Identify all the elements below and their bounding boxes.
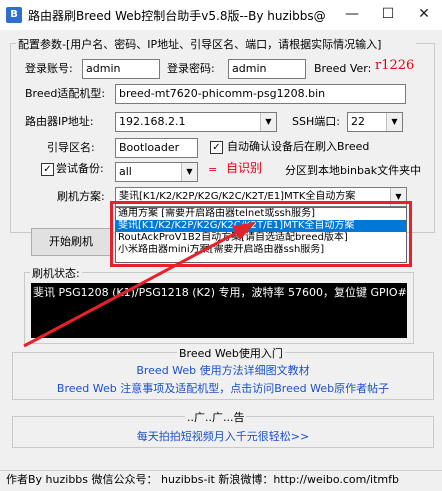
ip-label: 路由器IP地址: — [25, 115, 94, 128]
ssh-port-label: SSH端口: — [292, 115, 340, 128]
minimize-button[interactable]: — — [334, 0, 370, 30]
chevron-down-icon[interactable]: ▼ — [386, 113, 402, 131]
guide-notes-link[interactable]: Breed Web 注意事项及适配机型，点击访问Breed Web原作者帖子 — [12, 380, 434, 396]
flash-plan-label: 刷机方案: — [57, 190, 105, 203]
auto-confirm-label: 自动确认设备后在刷入Breed — [227, 140, 370, 153]
backup-value: all — [119, 165, 132, 178]
ip-select[interactable]: 192.168.2.1 ▼ — [115, 112, 277, 132]
footer-author: 作者By huzibbs 微信公众号： huzibbs-it 新浪微博：http… — [0, 470, 442, 491]
title-bar: B 路由器刷Breed Web控制台助手v5.8版--By huzibbs@ —… — [0, 0, 442, 30]
auto-confirm-checkbox[interactable]: ✓ — [210, 141, 223, 154]
start-flash-button[interactable]: 开始刷机 — [31, 228, 111, 256]
login-password-label: 登录密码: — [167, 62, 215, 75]
backup-select[interactable]: all ▼ — [115, 162, 198, 182]
breed-ver-label: Breed Ver: — [314, 62, 372, 75]
window-title: 路由器刷Breed Web控制台助手v5.8版--By huzibbs@ — [28, 9, 326, 23]
annotation-highlight-box — [110, 201, 412, 267]
app-icon: B — [6, 7, 22, 23]
guide-tutorial-link[interactable]: Breed Web 使用方法详细图文教材 — [12, 362, 434, 378]
backup-label: 尝试备份: — [56, 162, 104, 175]
login-password-input[interactable]: admin — [228, 59, 306, 79]
chevron-down-icon[interactable]: ▼ — [260, 113, 276, 131]
boot-input[interactable]: Bootloader — [115, 138, 198, 158]
maximize-button[interactable]: ☐ — [370, 0, 406, 30]
config-group-title: 配置参数-[用户名、密码、IP地址、引导区名、端口，请根据实际情况输入] — [16, 36, 416, 52]
model-label: Breed适配机型: — [25, 87, 106, 100]
ad-link[interactable]: 每天拍拍短视频月入千元很轻松>> — [12, 428, 434, 444]
status-group-title: 刷机状态: — [30, 265, 82, 281]
model-input[interactable]: breed-mt7620-phicomm-psg1208.bin — [115, 84, 406, 104]
backup-checkbox[interactable]: ✓ — [41, 163, 54, 176]
login-account-input[interactable]: admin — [82, 59, 160, 79]
ad-group-title: ..广..广...告 — [185, 409, 247, 425]
guide-group-title: Breed Web使用入门 — [177, 345, 285, 361]
boot-label: 引导区名: — [47, 141, 95, 154]
chevron-down-icon[interactable]: ▼ — [181, 163, 197, 181]
equals-sign: = — [208, 163, 218, 176]
partition-note: 分区到本地binbak文件夹中 — [285, 164, 422, 177]
breed-ver-value: r1226 — [375, 58, 415, 73]
auto-detect-label: 自识别 — [226, 161, 263, 175]
ssh-port-value: 22 — [351, 115, 365, 128]
ssh-port-select[interactable]: 22 ▼ — [347, 112, 403, 132]
login-account-label: 登录账号: — [25, 62, 73, 75]
close-button[interactable]: ✕ — [406, 0, 442, 30]
ip-value: 192.168.2.1 — [119, 115, 186, 128]
status-console: 斐讯 PSG1208 (K1)/PSG1218 (K2) 专用，波特率 5760… — [31, 283, 407, 338]
